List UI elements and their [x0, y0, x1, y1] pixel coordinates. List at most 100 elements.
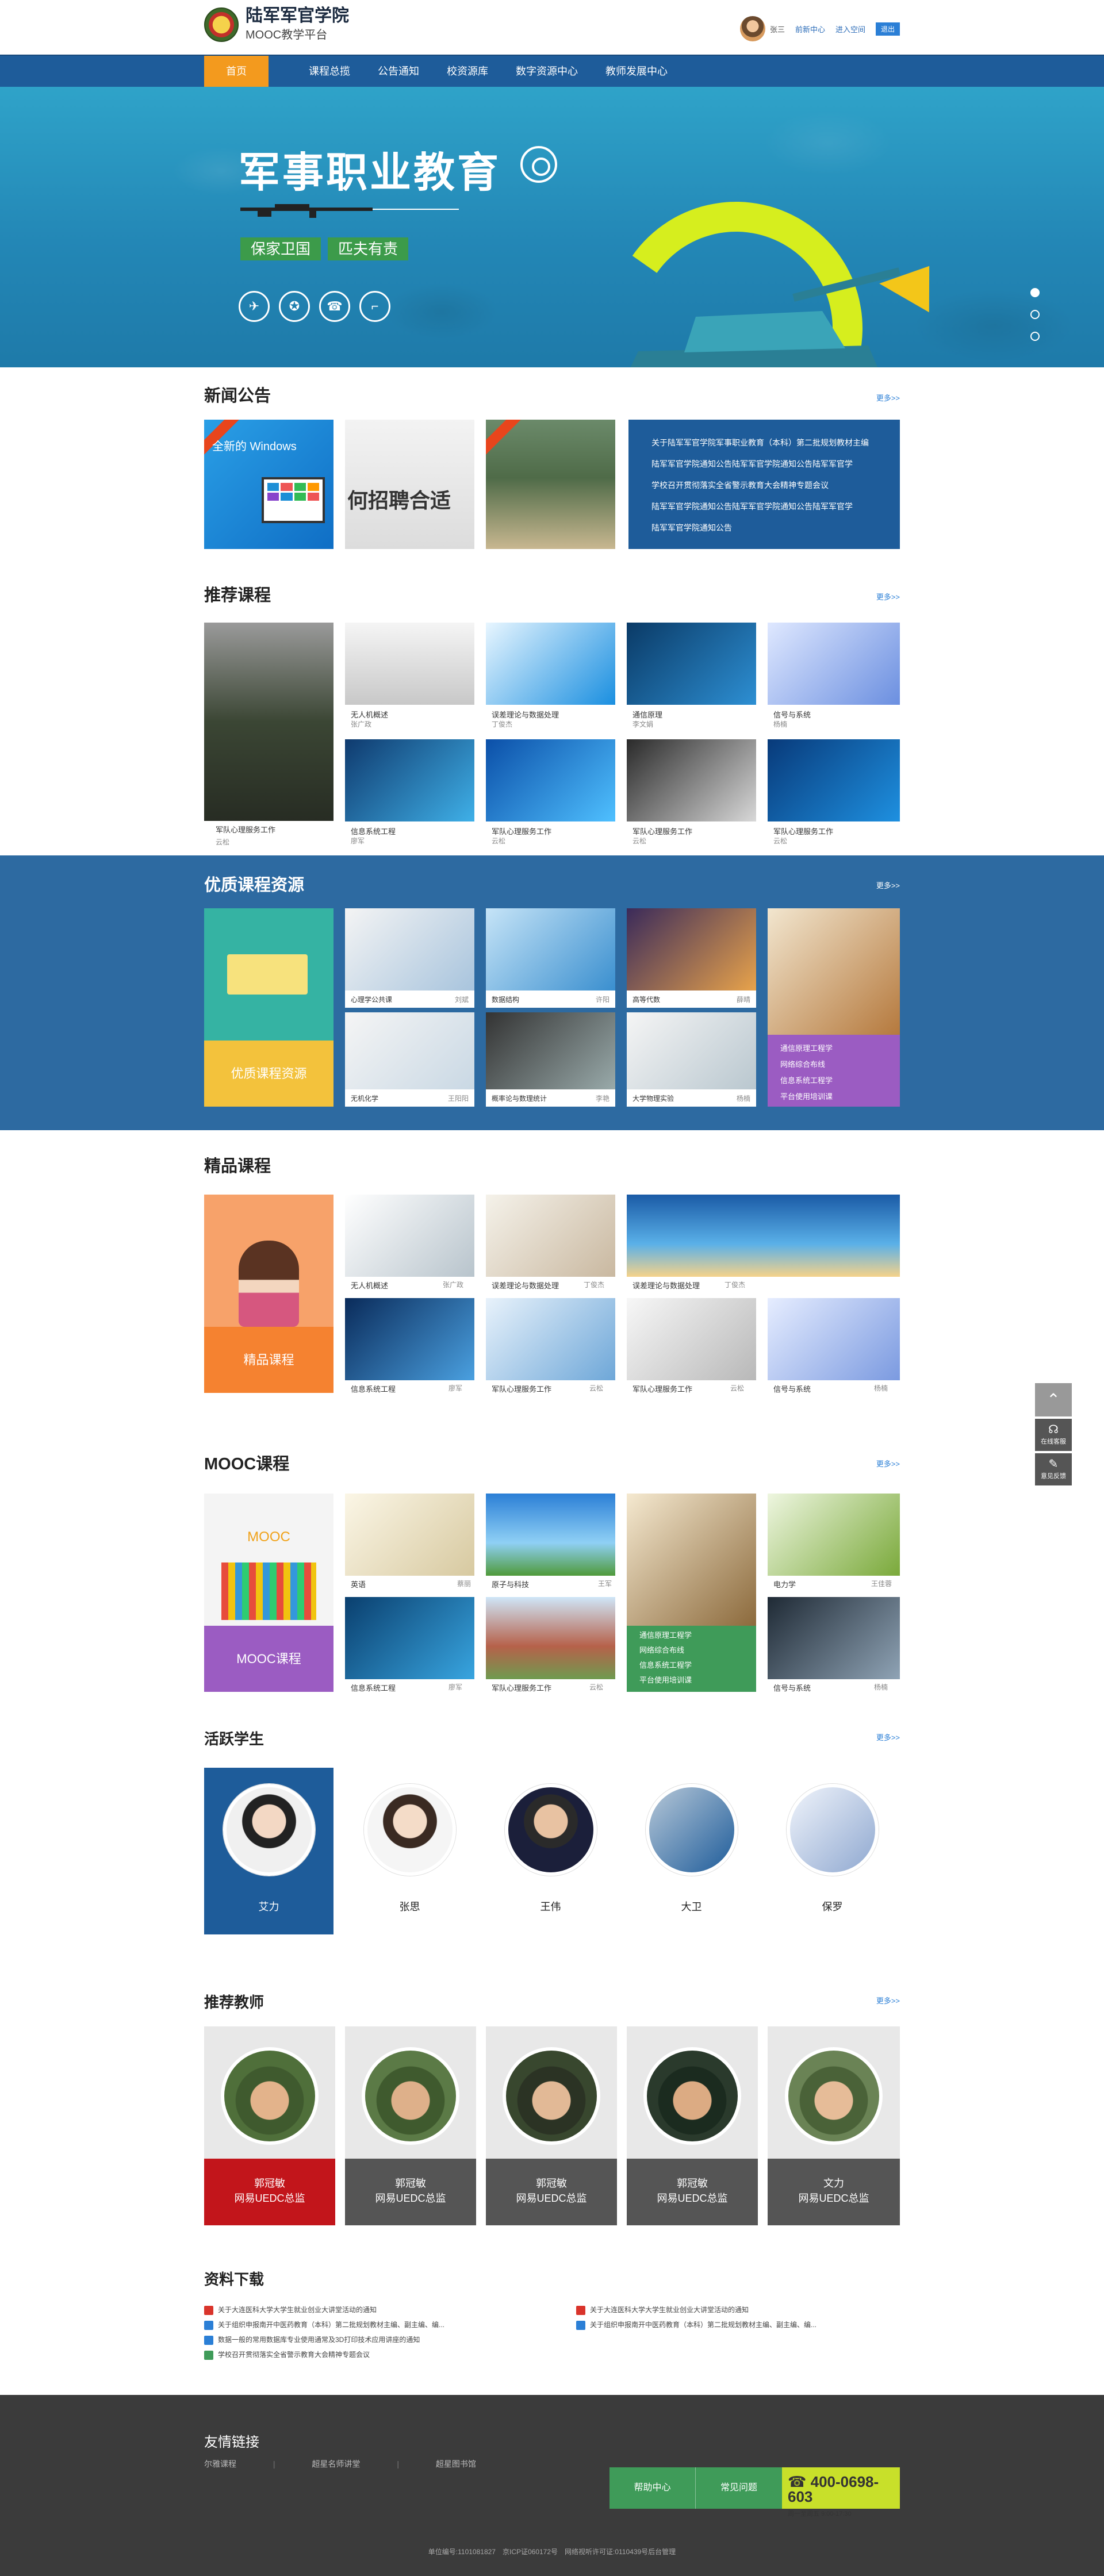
course-image[interactable] — [345, 1494, 474, 1576]
topic-item[interactable]: 信息系统工程学 — [639, 1658, 743, 1673]
course-name[interactable]: 信息系统工程 — [351, 1682, 396, 1693]
news-item[interactable]: 学校召开贯彻落实全省警示教育大会精神专题会议 — [651, 475, 877, 496]
course-caption-bar[interactable]: 概率论与数理统计 李艳 — [486, 1089, 615, 1107]
mooc-feature-card[interactable]: MOOC MOOC课程 — [204, 1494, 334, 1692]
course-image[interactable] — [345, 623, 474, 705]
topic-item[interactable]: 平台使用培训课 — [780, 1089, 887, 1105]
course-caption-bar[interactable]: 高等代数 薛晴 — [627, 991, 756, 1008]
download-item[interactable]: 关于大连医科大学大学生就业创业大讲堂活动的通知 — [204, 2302, 377, 2317]
topic-item[interactable]: 平台使用培训课 — [639, 1673, 743, 1688]
course-name[interactable]: 军队心理服务工作 — [632, 826, 692, 836]
download-item[interactable]: 关于大连医科大学大学生就业创业大讲堂活动的通知 — [576, 2302, 749, 2317]
course-image[interactable] — [486, 908, 615, 991]
news-more-link[interactable]: 更多>> — [876, 392, 900, 403]
course-image-tall[interactable] — [627, 1494, 756, 1626]
course-image[interactable] — [486, 1012, 615, 1089]
slider-dot-2[interactable] — [1030, 310, 1040, 319]
course-image[interactable] — [486, 1597, 615, 1679]
news-image-2[interactable]: 何招聘合适 — [345, 420, 474, 549]
help-center-link[interactable]: 帮助中心 — [610, 2467, 696, 2509]
download-item[interactable]: 关于组织申报南开中医药教育（本科）第二批规划教材主编、副主编、编... — [204, 2317, 444, 2332]
teachers-more-link[interactable]: 更多>> — [876, 1995, 900, 2006]
news-item[interactable]: 陆军军官学院通知公告 — [651, 517, 877, 539]
student-card[interactable]: 张思 — [345, 1768, 474, 1934]
course-caption-bar[interactable]: 大学物理实验 杨楠 — [627, 1089, 756, 1107]
course-name[interactable]: 信息系统工程 — [351, 826, 396, 836]
student-card[interactable]: 大卫 — [627, 1768, 756, 1934]
course-caption-bar[interactable]: 心理学公共课 刘斌 — [345, 991, 474, 1008]
course-name[interactable]: 电力学 — [773, 1579, 796, 1590]
teacher-card[interactable]: 文力 网易UEDC总监 — [768, 2026, 900, 2225]
faq-link[interactable]: 常见问题 — [696, 2467, 782, 2509]
news-image-1[interactable]: 全新的 Windows — [204, 420, 334, 549]
friend-link[interactable]: 超星名师讲堂 — [312, 2459, 360, 2468]
course-image[interactable] — [627, 1012, 756, 1089]
students-more-link[interactable]: 更多>> — [876, 1732, 900, 1742]
topic-item[interactable]: 通信原理工程学 — [780, 1041, 887, 1057]
course-name[interactable]: 原子与科技 — [492, 1579, 529, 1590]
course-image[interactable] — [768, 623, 900, 705]
course-image[interactable] — [345, 1195, 474, 1277]
course-image[interactable] — [768, 908, 900, 1035]
course-name[interactable]: 英语 — [351, 1579, 366, 1590]
course-name[interactable]: 军队心理服务工作 — [492, 1682, 551, 1693]
course-name[interactable]: 军队心理服务工作 — [492, 826, 551, 836]
course-name[interactable]: 军队心理服务工作 — [632, 1383, 692, 1394]
news-image-3[interactable] — [486, 420, 615, 549]
slider-dot-1[interactable] — [1030, 288, 1040, 297]
course-name[interactable]: 信号与系统 — [773, 1682, 811, 1693]
news-item[interactable]: 关于陆军军官学院军事职业教育（本科）第二批规划教材主编 — [651, 432, 877, 454]
student-card[interactable]: 保罗 — [768, 1768, 897, 1934]
topic-item[interactable]: 通信原理工程学 — [639, 1628, 743, 1643]
course-name[interactable]: 无人机概述 — [351, 709, 388, 720]
news-item[interactable]: 陆军军官学院通知公告陆军军官学院通知公告陆军军官学 — [651, 496, 877, 517]
news-item[interactable]: 陆军军官学院通知公告陆军军官学院通知公告陆军军官学 — [651, 454, 877, 475]
topic-item[interactable]: 网络综合布线 — [639, 1643, 743, 1658]
download-item[interactable]: 学校召开贯彻落实全省警示教育大会精神专题会议 — [204, 2347, 370, 2362]
course-name[interactable]: 军队心理服务工作 — [773, 826, 833, 836]
teacher-card[interactable]: 郭冠敏 网易UEDC总监 — [345, 2026, 476, 2225]
course-name[interactable]: 误差理论与数据处理 — [632, 1280, 700, 1291]
teacher-card[interactable]: 郭冠敏 网易UEDC总监 — [204, 2026, 335, 2225]
course-name[interactable]: 信号与系统 — [773, 709, 811, 720]
course-image[interactable] — [768, 1597, 900, 1679]
course-image[interactable] — [627, 739, 756, 821]
mooc-more-link[interactable]: 更多>> — [876, 1458, 900, 1469]
course-image[interactable] — [486, 623, 615, 705]
topic-item[interactable]: 信息系统工程学 — [780, 1073, 887, 1089]
course-name[interactable]: 误差理论与数据处理 — [492, 709, 559, 720]
teacher-card[interactable]: 郭冠敏 网易UEDC总监 — [627, 2026, 758, 2225]
course-caption-bar[interactable]: 数据结构 许阳 — [486, 991, 615, 1008]
course-name[interactable]: 信息系统工程 — [351, 1383, 396, 1394]
course-image[interactable] — [486, 1494, 615, 1576]
course-name[interactable]: 军队心理服务工作 — [216, 824, 275, 835]
quality-feature-card[interactable]: 优质课程资源 — [204, 908, 334, 1107]
course-image[interactable] — [486, 1195, 615, 1277]
feedback-button[interactable]: ✎ 意见反馈 — [1035, 1453, 1072, 1485]
course-image-wide[interactable] — [627, 1195, 900, 1277]
friend-link[interactable]: 超星图书馆 — [436, 2459, 476, 2468]
course-caption-bar[interactable]: 无机化学 王阳阳 — [345, 1089, 474, 1107]
course-image[interactable] — [345, 1597, 474, 1679]
quality-more-link[interactable]: 更多>> — [876, 880, 900, 890]
course-image[interactable] — [345, 908, 474, 991]
course-image[interactable] — [345, 1298, 474, 1380]
back-to-top-button[interactable]: ⌃ — [1035, 1383, 1072, 1416]
course-image[interactable] — [486, 739, 615, 821]
course-image[interactable] — [627, 623, 756, 705]
course-image[interactable] — [768, 1298, 900, 1380]
student-card[interactable]: 王伟 — [486, 1768, 615, 1934]
recommend-big-image[interactable] — [204, 623, 334, 821]
download-item[interactable]: 关于组织申报南开中医药教育（本科）第二批规划教材主编、副主编、编... — [576, 2317, 816, 2332]
download-item[interactable]: 数据一般的常用数据库专业使用通常及3D打印技术应用讲座的通知 — [204, 2332, 420, 2347]
course-name[interactable]: 信号与系统 — [773, 1383, 811, 1394]
recommend-more-link[interactable]: 更多>> — [876, 591, 900, 602]
fine-feature-card[interactable]: 精品课程 — [204, 1195, 334, 1393]
slider-dot-3[interactable] — [1030, 332, 1040, 341]
course-image[interactable] — [627, 1298, 756, 1380]
course-image[interactable] — [768, 1494, 900, 1576]
course-name[interactable]: 误差理论与数据处理 — [492, 1280, 559, 1291]
student-card-active[interactable]: 艾力 — [204, 1768, 334, 1934]
topic-item[interactable]: 网络综合布线 — [780, 1057, 887, 1073]
teacher-card[interactable]: 郭冠敏 网易UEDC总监 — [486, 2026, 617, 2225]
